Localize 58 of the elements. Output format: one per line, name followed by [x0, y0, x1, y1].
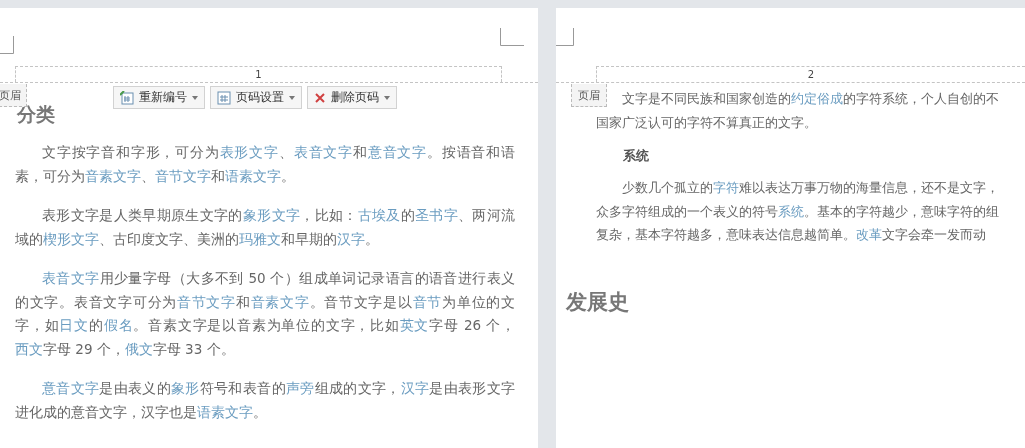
corner-mark: [556, 28, 574, 46]
link[interactable]: 音节文字: [177, 293, 236, 310]
link[interactable]: 表音文字: [42, 270, 100, 286]
link[interactable]: 西文: [15, 340, 43, 357]
corner-mark: [0, 36, 14, 54]
link[interactable]: 字符: [713, 180, 739, 195]
link[interactable]: 表形文字: [219, 144, 279, 160]
header-tag: 页眉: [571, 84, 607, 107]
renumber-icon: [120, 90, 134, 105]
link[interactable]: 语素文字: [225, 167, 281, 184]
toolbar-button[interactable]: 删除页码: [307, 86, 397, 109]
link[interactable]: 音节: [412, 293, 443, 310]
header-area[interactable]: 2: [596, 66, 1025, 82]
heading: 发展史: [566, 288, 630, 315]
link[interactable]: 英文: [399, 317, 430, 333]
link[interactable]: 俄文: [124, 340, 153, 357]
heading: 系统: [623, 147, 650, 165]
link[interactable]: 语素文字: [197, 403, 253, 420]
toolbar-button[interactable]: 重新编号: [113, 86, 205, 109]
link[interactable]: 表音文字: [293, 144, 353, 160]
paragraph: 表音文字用少量字母（大多不到 50 个）组成单词记录语言的语音进行表义的文字。表音文字可分为音节文字和音素文字。音节文字是以音节为单位的文字，如 日文 的假名。音素文字是以音素为单位的文字，比如英文字母 26 个， 西文字母 29 个，俄文字母 33 个。: [15, 269, 515, 359]
link[interactable]: 汉字: [337, 230, 365, 247]
link[interactable]: 系统: [778, 203, 804, 219]
text-line: 少数几个孤立的字符难以表达万事万物的海量信息，还不是文字，: [621, 179, 1000, 197]
link[interactable]: 音素文字: [250, 293, 310, 310]
link[interactable]: 日文: [59, 317, 89, 333]
page-number: 2: [807, 69, 815, 80]
page-number-icon: [217, 90, 231, 105]
paragraph: 表形文字是人类早期原生文字的象形文字，比如：古埃及 的圣书字、两河流域的楔形文字、古印度文字、美洲的玛雅文和早期的汉字。: [15, 206, 515, 249]
caret-icon: [384, 95, 390, 100]
page-number: 1: [255, 69, 262, 80]
link[interactable]: 假名: [103, 317, 134, 333]
link[interactable]: 古埃及: [357, 207, 401, 223]
paragraph: 文字按字音和字形，可分为表形文字、表音文字和意音文字。按语音和语素，可分为音素文字、音节文字和语素文字。: [15, 143, 515, 186]
link[interactable]: 象形文字: [242, 207, 301, 223]
caret-icon: [289, 95, 295, 100]
link[interactable]: 汉字: [400, 380, 430, 396]
link[interactable]: 圣书字: [414, 207, 458, 223]
corner-mark: [500, 28, 524, 46]
link[interactable]: 改革: [856, 227, 882, 242]
header-tag: 页眉: [0, 84, 27, 107]
link[interactable]: 玛雅文: [239, 230, 281, 247]
close-icon: [314, 91, 326, 104]
link[interactable]: 约定俗成: [791, 91, 843, 106]
text-line: 众多字符组成的一个表义的符号系统。基本的字符越少，意味字符的组: [596, 202, 1000, 221]
text-line: 复杂，基本字符越多，意味表达信息越简单。改革文字会牵一发而动: [596, 226, 987, 244]
caret-icon: [192, 95, 198, 100]
link[interactable]: 象形: [171, 380, 200, 396]
link[interactable]: 楔形文字: [43, 230, 99, 247]
toolbar-button[interactable]: 页码设置: [210, 86, 302, 109]
paragraph: 意音文字是由表义的象形符号和表音的声旁组成的文字，汉字是由表形文字进化成的意音文字，汉字也是语素文字。: [15, 379, 515, 422]
header-area[interactable]: 1: [15, 66, 502, 82]
text-line: 国家广泛认可的字符不算真正的文字。: [596, 113, 818, 132]
link[interactable]: 音素文字: [85, 167, 141, 184]
link[interactable]: 意音文字: [42, 380, 100, 396]
link[interactable]: 音节文字: [155, 167, 211, 184]
link[interactable]: 意音文字: [367, 144, 427, 160]
link[interactable]: 声旁: [285, 380, 315, 396]
